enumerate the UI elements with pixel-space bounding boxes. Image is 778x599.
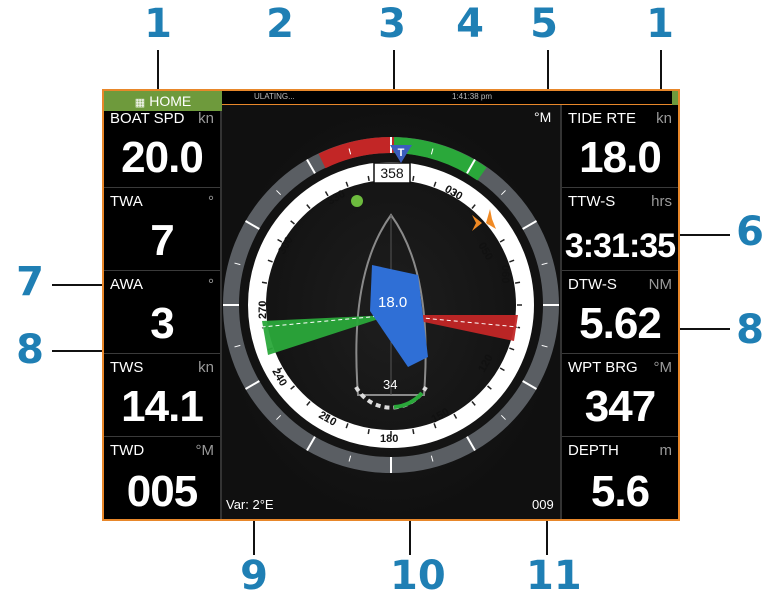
compass-label-180: 180 [380, 433, 398, 445]
waypoint-marker [351, 195, 363, 207]
instrument-screen: ULATING... 1:41:38 pm ▦ HOME BOAT SPD kn … [102, 89, 680, 521]
tile-label: DTW-S [568, 276, 617, 293]
data-tile-dtw[interactable]: DTW-S NM 5.62 [562, 271, 678, 354]
leader-line [546, 521, 548, 555]
tile-unit: kn [198, 359, 214, 376]
data-tile-wpt-brg[interactable]: WPT BRG °M 347 [562, 354, 678, 437]
tile-value: 3:31:35 [564, 227, 676, 265]
leader-line [52, 350, 102, 352]
true-wind-label: T [398, 147, 405, 159]
tile-unit: °M [653, 359, 673, 376]
leader-line [157, 50, 159, 90]
compass-tick [367, 428, 370, 435]
callout-4: 4 [456, 1, 484, 47]
heading-value: 358 [380, 165, 404, 181]
compass-tick [367, 175, 370, 182]
boat-speed-inner: 34 [383, 377, 397, 392]
status-time: 1:41:38 pm [452, 92, 493, 101]
tile-label: TWA [110, 193, 143, 210]
tile-value: 7 [150, 216, 174, 265]
tile-unit: kn [198, 110, 214, 127]
callout-10: 10 [390, 553, 446, 599]
callout-11: 11 [526, 553, 582, 599]
tile-unit: ° [208, 276, 214, 293]
callout-3: 3 [378, 1, 406, 47]
callout-9: 9 [240, 553, 268, 599]
tile-unit: ° [208, 193, 214, 210]
data-tile-awa[interactable]: AWA ° 3 [104, 271, 220, 354]
compass-tick [514, 281, 521, 284]
tile-unit: hrs [651, 193, 672, 210]
tile-unit: m [659, 442, 673, 459]
callout-8-right: 8 [736, 307, 764, 353]
grid-icon: ▦ [134, 97, 146, 109]
tile-label: AWA [110, 276, 144, 293]
variation-readout: Var: 2°E [226, 497, 274, 512]
tile-unit: °M [195, 442, 215, 459]
tide-speed: 18.0 [378, 294, 407, 311]
data-tile-tide-rate[interactable]: TIDE RTE kn 18.0 [562, 105, 678, 188]
data-tile-tws[interactable]: TWS kn 14.1 [104, 354, 220, 437]
sailsteer-gauge: 330 030 060 120 150 180 210 240 270 300 … [222, 105, 560, 519]
cog-readout: 009 [532, 497, 554, 512]
callout-6: 6 [736, 209, 764, 255]
leader-line [660, 50, 662, 90]
home-button[interactable]: ▦ HOME [104, 91, 222, 111]
leader-line [409, 521, 411, 555]
callout-8-left: 8 [16, 327, 44, 373]
callout-1-right: 1 [646, 1, 674, 47]
tile-value: 14.1 [121, 382, 204, 431]
tile-label: TWS [110, 359, 144, 376]
status-simulating: ULATING... [254, 92, 295, 101]
heading-unit: °M [534, 109, 552, 125]
tile-value: 005 [126, 467, 198, 516]
data-tile-ttw[interactable]: TTW-S hrs 3:31:35 [562, 188, 678, 271]
home-label: HOME [149, 93, 192, 109]
tile-label: WPT BRG [568, 359, 638, 376]
tile-value: 347 [584, 382, 656, 431]
leader-line [253, 521, 255, 555]
compass-label-060: 060 [499, 265, 511, 283]
tile-label: BOAT SPD [110, 110, 185, 127]
compass-tick [261, 281, 268, 284]
callout-7: 7 [16, 259, 44, 305]
tile-label: DEPTH [568, 442, 619, 459]
callout-1-left: 1 [144, 1, 172, 47]
data-tile-twa[interactable]: TWA ° 7 [104, 188, 220, 271]
compass-tick [412, 175, 415, 182]
tile-value: 3 [150, 299, 174, 348]
compass-label-270: 270 [257, 301, 269, 319]
data-tile-boat-speed[interactable]: BOAT SPD kn 20.0 [104, 105, 220, 188]
tile-value: 18.0 [579, 133, 662, 182]
tile-unit: NM [648, 276, 672, 293]
tile-label: TIDE RTE [568, 110, 637, 127]
tile-value: 5.62 [579, 299, 662, 348]
leader-line [680, 328, 730, 330]
leader-line [680, 234, 730, 236]
data-tile-depth[interactable]: DEPTH m 5.6 [562, 437, 678, 519]
tile-unit: kn [656, 110, 672, 127]
tile-label: TTW-S [568, 193, 616, 210]
leader-line [52, 284, 102, 286]
data-tile-twd[interactable]: TWD °M 005 [104, 437, 220, 519]
callout-5: 5 [530, 1, 558, 47]
compass-tick [412, 428, 415, 435]
tile-label: TWD [110, 442, 145, 459]
tile-value: 5.6 [590, 467, 650, 516]
tile-value: 20.0 [121, 133, 204, 182]
callout-2: 2 [266, 1, 294, 47]
